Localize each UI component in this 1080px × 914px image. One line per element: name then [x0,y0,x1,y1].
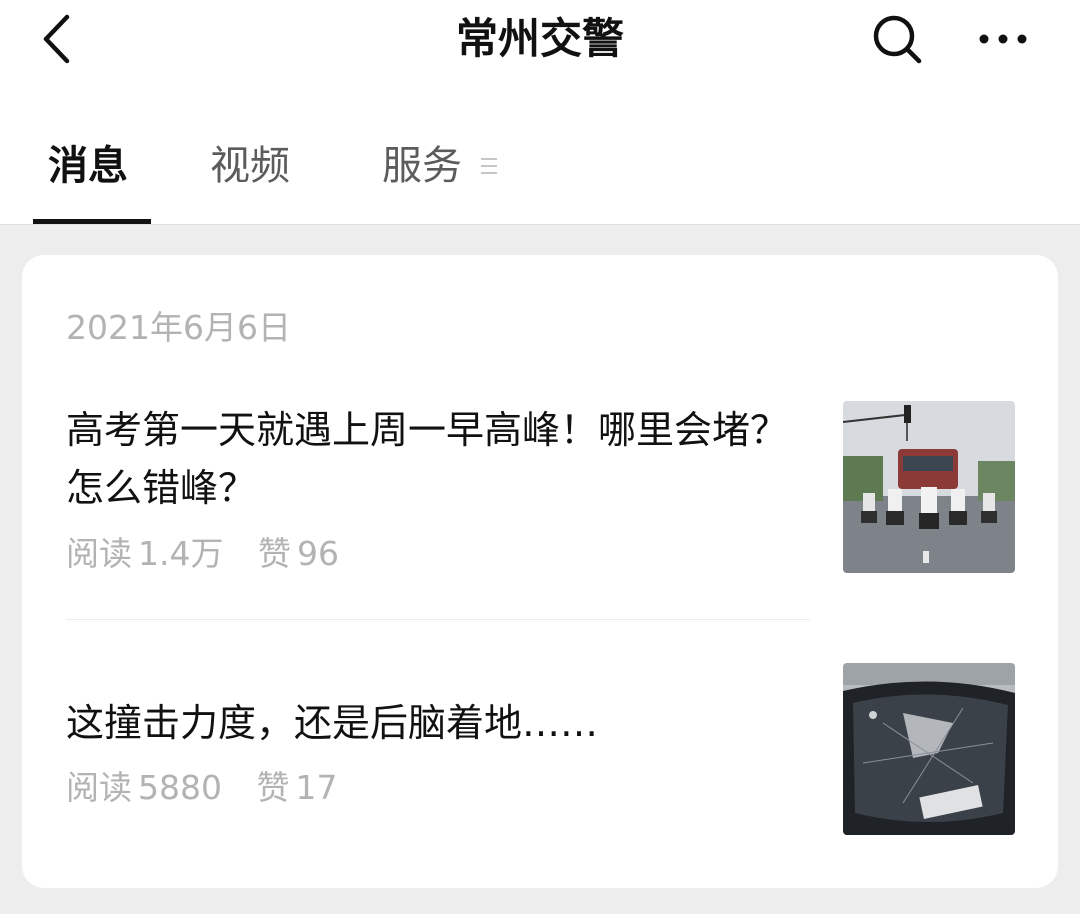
tab-videos[interactable]: 视频 [210,134,290,198]
article-title[interactable]: 高考第一天就遇上周一早高峰！哪里会堵？怎么错峰？ [66,401,806,517]
article-title[interactable]: 这撞击力度，还是后脑着地…… [66,694,806,752]
menu-lines-icon[interactable] [479,154,499,178]
police-motorcycle-escort-photo [843,401,1015,573]
like-label: 赞 [256,768,290,807]
back-button[interactable] [30,8,82,70]
tab-services[interactable]: 服务 [382,134,462,198]
message-date: 2021年6月6日 [66,308,291,347]
article-divider [66,619,810,620]
like-count: 17 [295,768,338,807]
tab-messages[interactable]: 消息 [48,134,128,198]
header-divider [0,224,1080,225]
article-stats: 阅读 5880 赞 17 [66,765,343,811]
read-label: 阅读 [66,768,132,807]
article-stats: 阅读 1.4万 赞 96 [66,531,345,577]
read-count: 1.4万 [138,534,224,573]
like-label: 赞 [257,534,291,573]
read-label: 阅读 [66,534,132,573]
cracked-windshield-photo [843,663,1015,835]
search-icon [873,15,922,64]
more-button[interactable] [970,8,1036,70]
more-horizontal-icon [979,34,1027,44]
article-thumbnail[interactable] [843,663,1015,835]
read-count: 5880 [138,768,222,807]
like-count: 96 [296,534,339,573]
article-thumbnail[interactable] [843,401,1015,573]
chevron-left-icon [43,14,70,64]
search-button[interactable] [866,8,928,70]
